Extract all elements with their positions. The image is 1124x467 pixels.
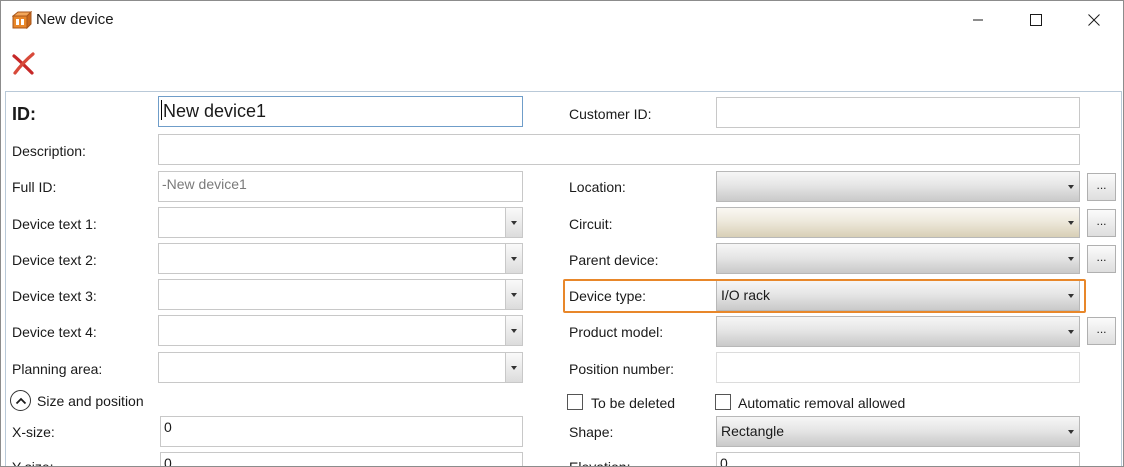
automatic-removal-checkbox[interactable] [715, 394, 731, 410]
device-text-3-combo[interactable] [158, 279, 523, 310]
device-text-4-combo[interactable] [158, 315, 523, 346]
collapse-section-button[interactable] [10, 390, 31, 411]
id-value: New device1 [163, 101, 267, 121]
product-model-browse-button[interactable]: ... [1087, 317, 1116, 345]
circuit-combo[interactable] [716, 207, 1080, 238]
device-type-combo[interactable]: I/O rack [716, 280, 1080, 311]
chevron-down-icon[interactable] [505, 244, 522, 273]
minimize-button[interactable] [949, 1, 1007, 39]
window-title: New device [36, 11, 114, 28]
location-combo[interactable] [716, 171, 1080, 202]
to-be-deleted-checkbox[interactable] [567, 394, 583, 410]
location-browse-button[interactable]: ... [1087, 173, 1116, 201]
close-icon [1088, 14, 1100, 26]
x-size-input[interactable]: 0 [160, 416, 523, 447]
position-number-input[interactable] [716, 352, 1080, 383]
description-label: Description: [12, 143, 86, 159]
shape-label: Shape: [569, 424, 614, 440]
circuit-browse-button[interactable]: ... [1087, 209, 1116, 237]
close-button[interactable] [1065, 1, 1123, 39]
chevron-up-icon [15, 397, 26, 404]
planning-area-combo[interactable] [158, 352, 523, 383]
description-input[interactable] [158, 134, 1080, 165]
red-x-delete-icon[interactable] [11, 52, 37, 76]
device-text-1-label: Device text 1: [12, 216, 97, 232]
planning-area-label: Planning area: [12, 361, 103, 377]
toolbar [1, 39, 1123, 91]
full-id-label: Full ID: [12, 179, 57, 195]
id-label: ID: [12, 104, 36, 124]
parent-device-browse-button[interactable]: ... [1087, 245, 1116, 273]
maximize-icon [1030, 14, 1042, 26]
maximize-button[interactable] [1007, 1, 1065, 39]
full-id-field: -New device1 [158, 171, 523, 202]
device-text-4-label: Device text 4: [12, 324, 97, 340]
id-input[interactable]: New device1 [158, 96, 523, 127]
device-text-3-label: Device text 3: [12, 288, 97, 304]
to-be-deleted-label: To be deleted [591, 395, 676, 411]
device-text-1-combo[interactable] [158, 207, 523, 238]
device-text-2-label: Device text 2: [12, 252, 97, 268]
chevron-down-icon[interactable] [505, 280, 522, 309]
minimize-icon [973, 19, 983, 21]
title-bar: New device [1, 1, 1123, 39]
x-size-label: X-size: [12, 424, 55, 440]
new-device-window: New device ID: New device1 Description: … [0, 0, 1124, 467]
text-caret [161, 100, 162, 120]
chevron-down-icon[interactable] [505, 353, 522, 382]
y-size-input[interactable]: 0 [160, 452, 523, 466]
chevron-down-icon[interactable] [505, 208, 522, 237]
y-size-label: Y-size: [12, 459, 54, 467]
device-type-label: Device type: [569, 288, 647, 304]
parent-device-label: Parent device: [569, 252, 659, 268]
customer-id-input[interactable] [716, 97, 1080, 128]
size-position-section-label: Size and position [37, 393, 144, 409]
position-number-label: Position number: [569, 361, 675, 377]
elevation-input[interactable]: 0 [716, 452, 1080, 466]
device-text-2-combo[interactable] [158, 243, 523, 274]
product-model-label: Product model: [569, 324, 664, 340]
elevation-label: Elevation: [569, 459, 631, 467]
parent-device-combo[interactable] [716, 243, 1080, 274]
automatic-removal-label: Automatic removal allowed [738, 395, 906, 411]
device-app-icon [11, 10, 33, 30]
circuit-label: Circuit: [569, 216, 613, 232]
chevron-down-icon[interactable] [505, 316, 522, 345]
location-label: Location: [569, 179, 626, 195]
customer-id-label: Customer ID: [569, 106, 652, 122]
shape-combo[interactable]: Rectangle [716, 416, 1080, 447]
product-model-combo[interactable] [716, 316, 1080, 347]
